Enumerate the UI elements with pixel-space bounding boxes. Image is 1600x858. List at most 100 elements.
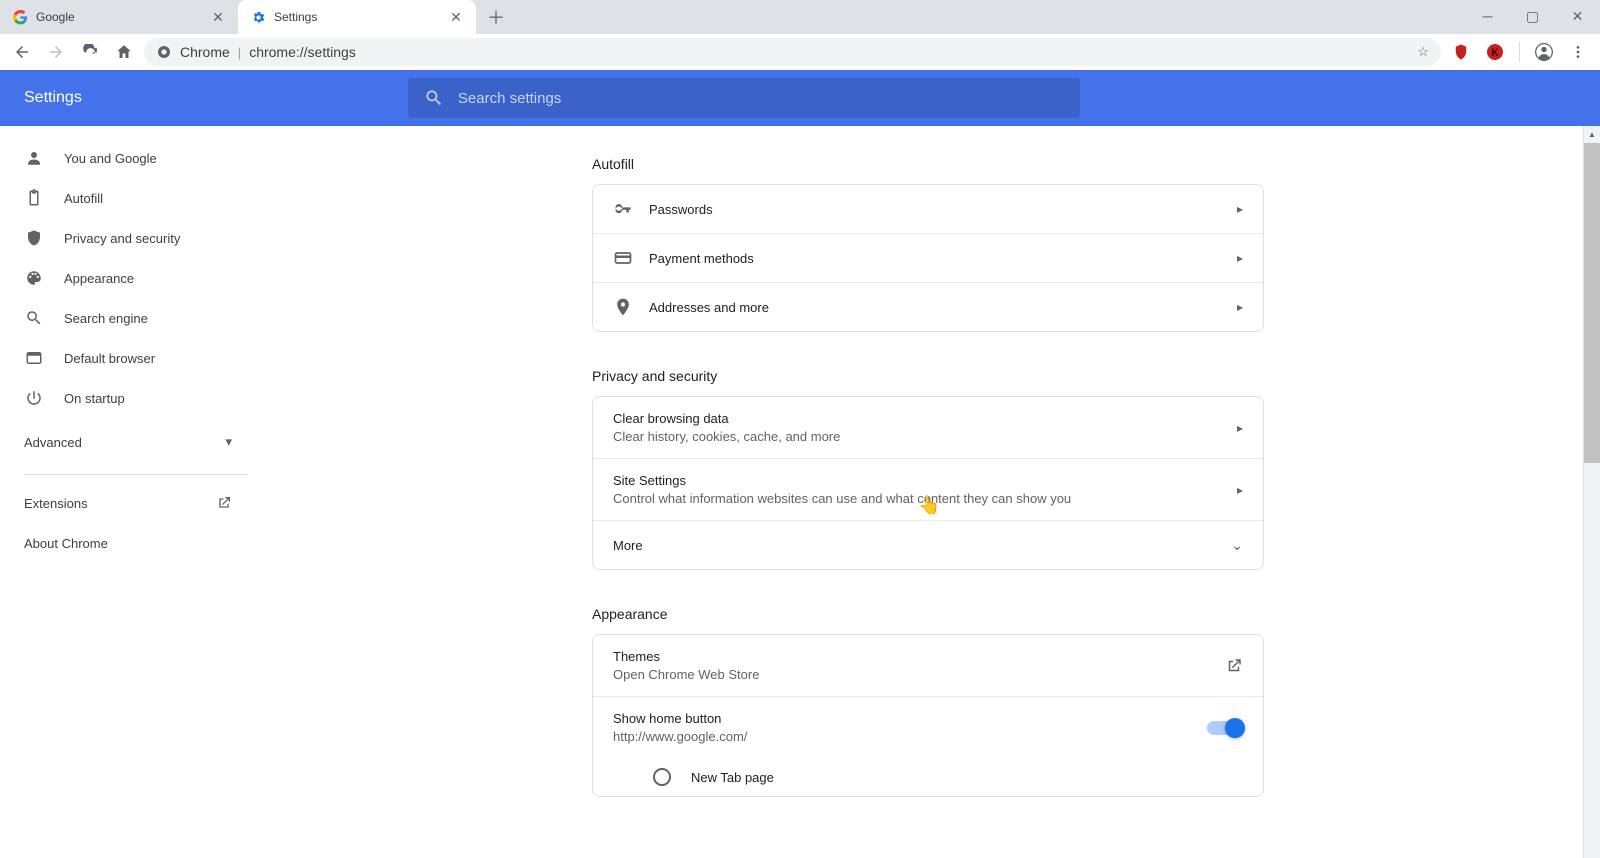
advanced-label: Advanced [24, 435, 82, 450]
sidebar-item-appearance[interactable]: Appearance [0, 258, 256, 298]
row-label: Passwords [649, 202, 1237, 217]
maximize-button[interactable]: ▢ [1510, 0, 1555, 32]
about-chrome-label: About Chrome [24, 536, 108, 551]
chevron-down-icon: ⌄ [1231, 537, 1243, 554]
row-site-settings[interactable]: Site Settings Control what information w… [593, 459, 1263, 521]
tab-title: Google [36, 10, 210, 24]
sidebar-about-chrome[interactable]: About Chrome [0, 523, 256, 563]
autofill-card: Passwords ▸ Payment methods ▸ Addresses … [592, 184, 1264, 332]
chrome-icon [156, 44, 172, 60]
chevron-right-icon: ▸ [1237, 421, 1243, 435]
profile-icon[interactable] [1530, 38, 1558, 66]
extension-avatar-icon[interactable]: K [1481, 38, 1509, 66]
chevron-right-icon: ▸ [1237, 300, 1243, 314]
browser-tab-settings[interactable]: Settings ✕ [238, 0, 476, 34]
page-title: Settings [24, 89, 82, 107]
settings-search[interactable] [408, 78, 1080, 118]
chevron-right-icon: ▸ [1237, 251, 1243, 265]
settings-sidebar: You and Google Autofill Privacy and secu… [0, 126, 256, 858]
search-icon [424, 88, 444, 108]
person-icon [24, 149, 44, 167]
section-autofill: Autofill Passwords ▸ Payment methods ▸ A… [592, 150, 1264, 332]
bookmark-star-icon[interactable]: ☆ [1417, 44, 1429, 60]
section-privacy: Privacy and security Clear browsing data… [592, 362, 1264, 570]
home-button[interactable] [110, 38, 138, 66]
settings-header: Settings [0, 70, 1600, 126]
sidebar-item-label: Default browser [64, 351, 155, 366]
window-controls: ─ ▢ ✕ [1465, 0, 1600, 32]
row-themes[interactable]: Themes Open Chrome Web Store [593, 635, 1263, 697]
location-icon [613, 297, 643, 317]
chevron-down-icon: ▾ [225, 434, 232, 450]
privacy-card: Clear browsing data Clear history, cooki… [592, 396, 1264, 570]
omnibox-url: chrome://settings [249, 44, 356, 60]
row-label: Themes [613, 649, 1225, 664]
sidebar-item-default-browser[interactable]: Default browser [0, 338, 256, 378]
sidebar-extensions[interactable]: Extensions [0, 483, 256, 523]
search-icon [24, 309, 44, 327]
scroll-up-icon[interactable]: ▲ [1584, 126, 1600, 143]
minimize-button[interactable]: ─ [1465, 0, 1510, 32]
forward-button[interactable] [42, 38, 70, 66]
key-icon [613, 199, 643, 219]
radio-icon [653, 768, 671, 786]
sidebar-item-label: Search engine [64, 311, 148, 326]
address-bar[interactable]: Chrome | chrome://settings ☆ [144, 38, 1441, 66]
new-tab-button[interactable]: ＋ [482, 3, 510, 31]
settings-main: Autofill Passwords ▸ Payment methods ▸ A… [256, 126, 1600, 858]
back-button[interactable] [8, 38, 36, 66]
tab-title: Settings [274, 10, 448, 24]
sidebar-item-on-startup[interactable]: On startup [0, 378, 256, 418]
section-title: Appearance [592, 606, 1264, 622]
row-sublabel: Control what information websites can us… [613, 491, 1237, 506]
palette-icon [24, 269, 44, 287]
close-window-button[interactable]: ✕ [1555, 0, 1600, 32]
row-passwords[interactable]: Passwords ▸ [593, 185, 1263, 234]
google-favicon-icon [12, 9, 28, 25]
tab-strip: Google ✕ Settings ✕ ＋ ─ ▢ ✕ [0, 0, 1600, 34]
open-external-icon [216, 495, 232, 511]
settings-content: You and Google Autofill Privacy and secu… [0, 126, 1600, 858]
section-appearance: Appearance Themes Open Chrome Web Store … [592, 600, 1264, 797]
svg-text:K: K [1491, 47, 1499, 59]
browser-tab-google[interactable]: Google ✕ [0, 0, 238, 34]
row-label: Addresses and more [649, 300, 1237, 315]
sidebar-item-label: On startup [64, 391, 125, 406]
row-clear-browsing-data[interactable]: Clear browsing data Clear history, cooki… [593, 397, 1263, 459]
sidebar-item-label: Autofill [64, 191, 103, 206]
sidebar-item-label: Appearance [64, 271, 134, 286]
close-icon[interactable]: ✕ [210, 9, 226, 25]
row-more[interactable]: More ⌄ [593, 521, 1263, 569]
home-button-toggle[interactable] [1207, 721, 1243, 735]
sidebar-item-autofill[interactable]: Autofill [0, 178, 256, 218]
appearance-card: Themes Open Chrome Web Store Show home b… [592, 634, 1264, 797]
sidebar-item-search-engine[interactable]: Search engine [0, 298, 256, 338]
power-icon [24, 389, 44, 407]
row-addresses[interactable]: Addresses and more ▸ [593, 283, 1263, 331]
row-sublabel: Open Chrome Web Store [613, 667, 1225, 682]
radio-new-tab-page[interactable]: New Tab page [593, 758, 1263, 796]
browser-icon [24, 349, 44, 367]
browser-toolbar: Chrome | chrome://settings ☆ K [0, 34, 1600, 70]
chevron-right-icon: ▸ [1237, 483, 1243, 497]
sidebar-advanced[interactable]: Advanced ▾ [0, 418, 256, 466]
reload-button[interactable] [76, 38, 104, 66]
gear-favicon-icon [250, 9, 266, 25]
sidebar-item-you-and-google[interactable]: You and Google [0, 138, 256, 178]
row-payment-methods[interactable]: Payment methods ▸ [593, 234, 1263, 283]
search-input[interactable] [458, 90, 1064, 107]
clipboard-icon [24, 189, 44, 207]
sidebar-item-privacy[interactable]: Privacy and security [0, 218, 256, 258]
row-label: Site Settings [613, 473, 1237, 488]
sidebar-item-label: You and Google [64, 151, 157, 166]
credit-card-icon [613, 248, 643, 268]
row-show-home-button: Show home button http://www.google.com/ [593, 697, 1263, 758]
chevron-right-icon: ▸ [1237, 202, 1243, 216]
close-icon[interactable]: ✕ [448, 9, 464, 25]
row-sublabel: http://www.google.com/ [613, 729, 1207, 744]
scrollbar-thumb[interactable] [1584, 143, 1600, 463]
mcafee-extension-icon[interactable] [1447, 38, 1475, 66]
menu-dots-icon[interactable] [1564, 38, 1592, 66]
vertical-scrollbar[interactable]: ▲ [1583, 126, 1600, 858]
extensions-label: Extensions [24, 496, 88, 511]
